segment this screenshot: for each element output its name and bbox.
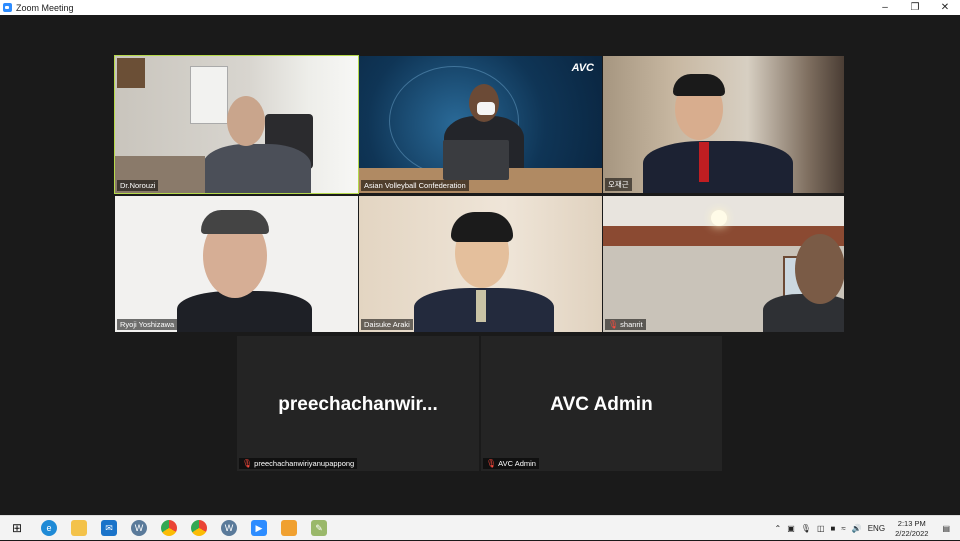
participant-nameplate: Ryoji Yoshizawa	[117, 319, 178, 330]
participant-name: Daisuke Araki	[364, 320, 410, 329]
participant-nameplate: 🎙 shanrit	[605, 319, 646, 330]
participant-head	[795, 234, 844, 304]
edge-icon[interactable]: e	[41, 520, 57, 536]
app-w-icon[interactable]: W	[131, 520, 147, 536]
mail-icon[interactable]: ✉	[101, 520, 117, 536]
participant-hair	[673, 74, 725, 96]
chrome-alt-icon[interactable]	[191, 520, 207, 536]
muted-mic-icon: 🎙	[608, 320, 619, 329]
video-tile[interactable]: Dr.Norouzi	[114, 55, 359, 194]
close-button[interactable]: ✕	[930, 0, 960, 15]
wall-frame	[117, 58, 145, 88]
video-gallery: Dr.Norouzi AVC Asian Volleyball Confeder…	[0, 15, 960, 515]
microphone-icon[interactable]: 🎙	[801, 524, 811, 533]
file-explorer-icon[interactable]	[71, 520, 87, 536]
windows-start-icon[interactable]: ⊞	[9, 520, 25, 536]
chrome-icon[interactable]	[161, 520, 177, 536]
muted-mic-icon: 🎙	[486, 459, 497, 468]
video-tile[interactable]: 오재근	[603, 56, 844, 193]
participant-name: 오재근	[608, 180, 629, 189]
participant-name: Ryoji Yoshizawa	[120, 320, 175, 329]
face-mask	[477, 102, 495, 115]
participant-nameplate: Dr.Norouzi	[117, 180, 159, 191]
app-w2-icon[interactable]: W	[221, 520, 237, 536]
video-tile[interactable]: preechachanwir... 🎙 preechachanwiriyanup…	[237, 336, 479, 471]
app-orange-icon[interactable]	[281, 520, 297, 536]
participant-hair	[201, 210, 269, 234]
chevron-up-icon[interactable]: ⌃	[775, 524, 782, 533]
device-icon[interactable]: ▣	[787, 524, 795, 533]
ceiling-light	[711, 210, 727, 226]
video-tile[interactable]: AVC Asian Volleyball Confederation	[359, 56, 602, 193]
laptop	[443, 140, 509, 180]
participant-nameplate: Daisuke Araki	[361, 319, 413, 330]
muted-mic-icon: 🎙	[242, 459, 253, 468]
avc-logo: AVC	[571, 62, 594, 74]
app-pen-icon[interactable]: ✎	[311, 520, 327, 536]
participant-name: Dr.Norouzi	[120, 181, 156, 190]
participant-head	[227, 96, 265, 146]
necktie	[476, 290, 486, 322]
volume-icon[interactable]: 🔊	[852, 524, 862, 533]
zoom-app-icon	[3, 3, 12, 12]
video-tile[interactable]: 🎙 shanrit	[603, 196, 844, 332]
clock[interactable]: 2:13 PM 2/22/2022	[895, 519, 928, 539]
system-tray: ⌃ ▣ 🎙 ◫ ■ ≈ 🔊 ENG 2:13 PM 2/22/2022 ▤	[769, 516, 960, 541]
clock-date: 2/22/2022	[895, 528, 929, 538]
participant-display-name: preechachanwir...	[278, 394, 438, 415]
app-tray-icon[interactable]: ■	[831, 524, 836, 533]
participant-nameplate: 🎙 AVC Admin	[483, 458, 539, 469]
zoom-icon[interactable]: ▶	[251, 520, 267, 536]
participant-hair	[451, 212, 513, 242]
video-tile[interactable]: AVC Admin 🎙 AVC Admin	[481, 336, 722, 471]
participant-name: preechachanwiriyanupappong	[254, 459, 355, 468]
participant-name: shanrit	[620, 320, 643, 329]
battery-icon[interactable]: ◫	[817, 524, 825, 533]
participant-nameplate: Asian Volleyball Confederation	[361, 180, 469, 191]
window-titlebar: Zoom Meeting – ❐ ✕	[0, 0, 960, 15]
notifications-icon[interactable]: ▤	[942, 524, 950, 533]
language-indicator[interactable]: ENG	[868, 524, 885, 533]
windows-taskbar: ⊞ e ✉ W W ▶ ✎ ⌃ ▣ 🎙 ◫ ■ ≈ 🔊 ENG 2:13 PM …	[0, 515, 960, 540]
necktie	[699, 142, 709, 182]
whiteboard	[190, 66, 228, 124]
wifi-icon[interactable]: ≈	[841, 524, 845, 533]
participant-display-name: AVC Admin	[550, 394, 653, 415]
clock-time: 2:13 PM	[897, 518, 926, 528]
video-tile[interactable]: Daisuke Araki	[359, 196, 602, 332]
restore-button[interactable]: ❐	[900, 0, 930, 15]
participant-nameplate: 오재근	[605, 178, 632, 191]
participant-nameplate: 🎙 preechachanwiriyanupappong	[239, 458, 358, 469]
participant-body	[643, 141, 793, 193]
participant-body	[177, 291, 312, 332]
video-tile[interactable]: Ryoji Yoshizawa	[115, 196, 358, 332]
participant-name: Asian Volleyball Confederation	[364, 181, 466, 190]
window-title: Zoom Meeting	[16, 2, 74, 13]
participant-name: AVC Admin	[498, 459, 536, 468]
participant-body	[203, 144, 311, 193]
minimize-button[interactable]: –	[870, 0, 900, 15]
